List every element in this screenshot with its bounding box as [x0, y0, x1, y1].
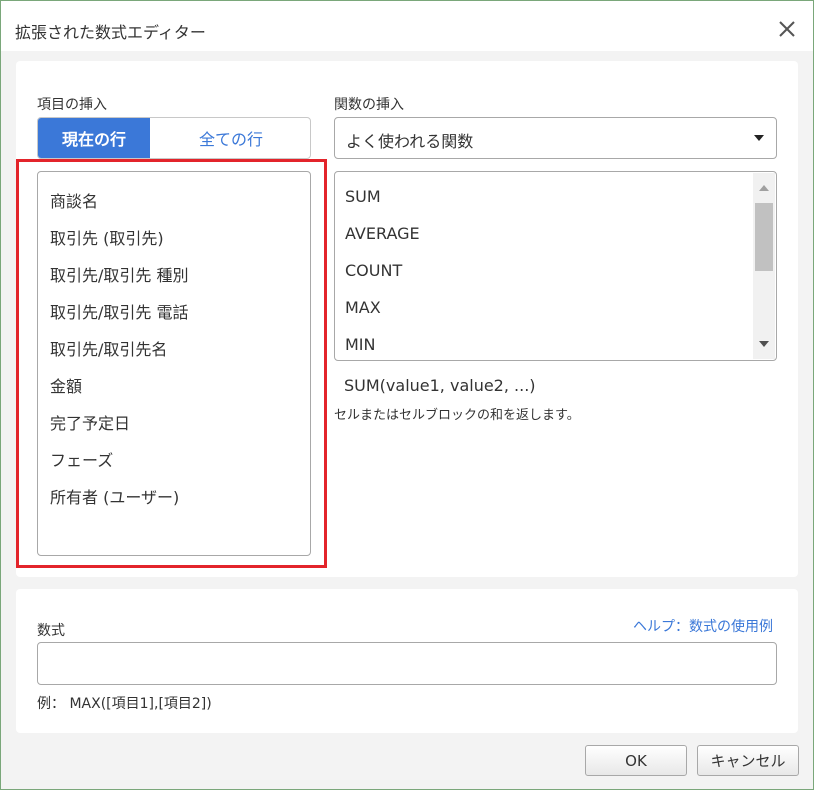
formula-editor-dialog: 拡張された数式エディター 項目の挿入 現在の行 全ての行 商談名 取引先 (取引… [0, 0, 814, 790]
function-list-scrollbar[interactable] [753, 173, 775, 359]
function-category-select[interactable]: よく使われる関数 [334, 117, 777, 159]
tab-current-row[interactable]: 現在の行 [38, 118, 150, 158]
scroll-thumb[interactable] [755, 203, 773, 271]
close-button[interactable] [771, 13, 803, 45]
row-scope-toggle: 現在の行 全ての行 [37, 117, 311, 159]
dialog-title: 拡張された数式エディター [15, 23, 206, 42]
tab-all-rows[interactable]: 全ての行 [150, 118, 310, 158]
function-item[interactable]: COUNT [345, 261, 402, 280]
chevron-down-icon [754, 135, 764, 141]
formula-label: 数式 [37, 623, 65, 639]
scroll-up-arrow-icon[interactable] [759, 185, 769, 191]
ok-button[interactable]: OK [585, 745, 687, 776]
insert-function-label: 関数の挿入 [334, 97, 404, 113]
formula-example: 例： MAX([項目1],[項目2]) [37, 696, 212, 712]
title-bar: 拡張された数式エディター [1, 1, 813, 51]
close-icon [779, 21, 795, 37]
function-signature: SUM(value1, value2, ...) [344, 376, 536, 395]
highlight-box [16, 159, 327, 568]
function-description: セルまたはセルブロックの和を返します。 [334, 408, 580, 423]
function-category-value: よく使われる関数 [346, 132, 474, 151]
scroll-down-arrow-icon[interactable] [759, 341, 769, 347]
function-list[interactable]: SUM AVERAGE COUNT MAX MIN [334, 171, 777, 361]
insert-field-label: 項目の挿入 [37, 97, 107, 113]
cancel-button[interactable]: キャンセル [697, 745, 799, 776]
formula-help-link[interactable]: ヘルプ：数式の使用例 [633, 616, 773, 636]
function-item[interactable]: SUM [345, 187, 381, 206]
function-item[interactable]: MAX [345, 298, 381, 317]
function-item[interactable]: MIN [345, 335, 376, 354]
function-item[interactable]: AVERAGE [345, 224, 420, 243]
formula-input[interactable] [37, 642, 777, 685]
